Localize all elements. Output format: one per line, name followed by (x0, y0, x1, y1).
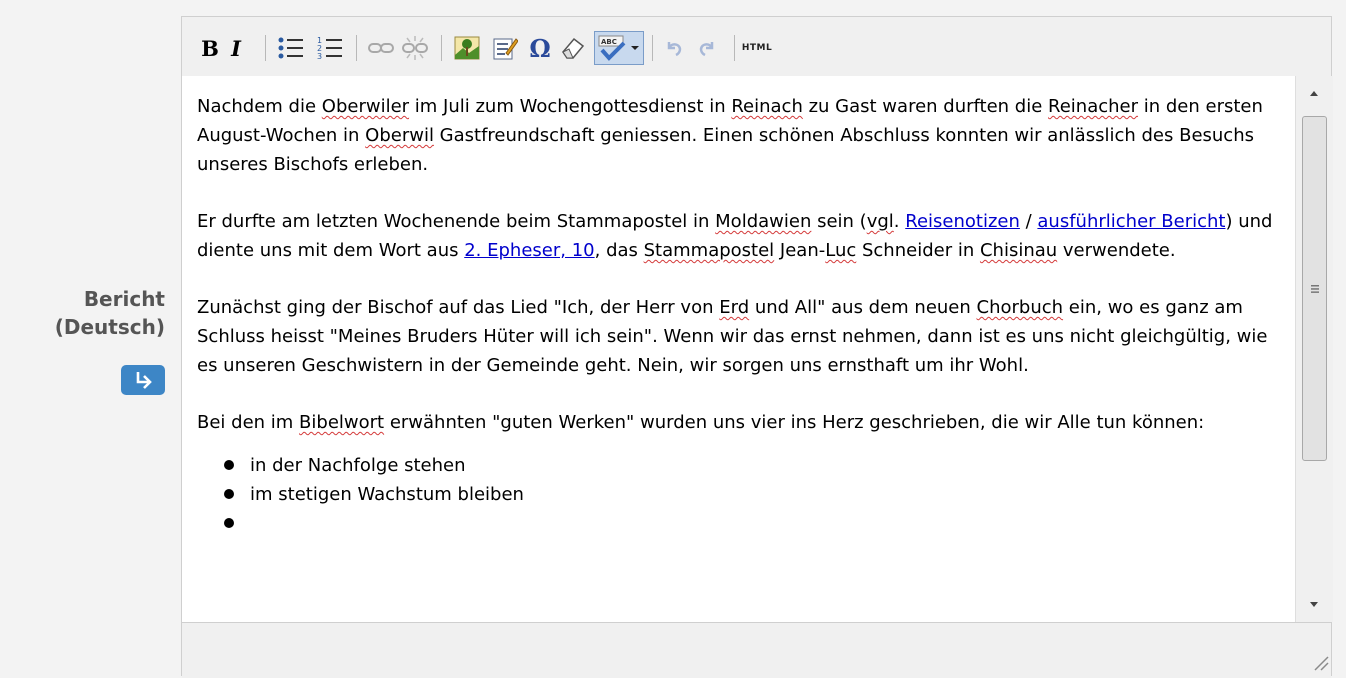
editor-statusbar (182, 622, 1331, 678)
text-run: Zunächst ging der Bischof auf das Lied "… (197, 297, 720, 318)
unlink-icon (402, 36, 428, 60)
edit-document-icon (493, 38, 518, 60)
bold-label: B (201, 35, 219, 61)
text-run: im Juli zum Wochengottesdienst in (409, 96, 732, 117)
italic-label: I (231, 35, 241, 61)
text-run: Jean- (774, 240, 826, 261)
html-label: HTML (741, 43, 773, 53)
svg-text:ABC: ABC (601, 38, 617, 46)
toolbar-separator (441, 35, 442, 61)
field-label-line2: (Deutsch) (54, 315, 165, 339)
vertical-scrollbar[interactable] (1295, 76, 1333, 622)
field-label: Bericht (Deutsch) (0, 285, 165, 341)
misspelled-word[interactable]: Moldawien (715, 211, 811, 232)
text-run: verwendete. (1057, 240, 1176, 261)
remove-format-button[interactable] (558, 33, 588, 63)
link-epheser[interactable]: 2. Epheser, 10 (464, 240, 594, 261)
text-run: Er durfte am letzten Wochenende beim Sta… (197, 211, 716, 232)
svg-text:3: 3 (317, 52, 322, 61)
special-character-button[interactable]: Ω (525, 33, 555, 63)
numbered-list-button[interactable]: 1 2 3 (315, 33, 345, 63)
text-run: sein ( (811, 211, 867, 232)
paragraph: Nachdem die Oberwiler im Juli zum Wochen… (197, 92, 1287, 179)
eraser-icon (562, 37, 585, 59)
spellcheck-icon: ABC (598, 35, 626, 61)
omega-icon: Ω (529, 33, 551, 63)
list-item: im stetigen Wachstum bleiben (224, 480, 1287, 509)
redo-button[interactable] (692, 33, 722, 63)
grip-icon (1310, 284, 1319, 293)
insert-image-button[interactable] (452, 33, 482, 63)
text-run: Nachdem die (197, 96, 322, 117)
misspelled-word[interactable]: Chorbuch (977, 297, 1064, 318)
misspelled-word[interactable]: Luc (825, 240, 856, 261)
toolbar-separator (734, 35, 735, 61)
text-run: Schneider in (856, 240, 980, 261)
scroll-down-arrow-icon[interactable] (1296, 592, 1333, 622)
spellcheck-button[interactable]: ABC (594, 31, 644, 65)
paragraph: Er durfte am letzten Wochenende beim Sta… (197, 207, 1287, 265)
rich-text-editor: B I 1 2 3 Ω ABC HTML Nachdem die Oberwil… (181, 16, 1333, 678)
arrow-turn-right-icon (136, 372, 152, 389)
paragraph: Zunächst ging der Bischof auf das Lied "… (197, 293, 1287, 380)
bullet-list-button[interactable] (276, 33, 306, 63)
text-run: zu Gast waren durften die (802, 96, 1049, 117)
chevron-down-icon (631, 46, 639, 50)
image-icon (454, 36, 480, 60)
bullet-list-icon (278, 37, 303, 59)
text-run: , das (594, 240, 644, 261)
translate-button[interactable] (121, 365, 165, 395)
link-bericht[interactable]: ausführlicher Bericht (1037, 211, 1225, 232)
text-run: erwähnten "guten Werken" wurden uns vier… (384, 412, 1205, 433)
misspelled-word[interactable]: Chisinau (980, 240, 1057, 261)
editor-content[interactable]: Nachdem die Oberwiler im Juli zum Wochen… (182, 76, 1295, 622)
toolbar-separator (265, 35, 266, 61)
scroll-up-arrow-icon[interactable] (1296, 76, 1333, 106)
unlink-button[interactable] (400, 33, 430, 63)
undo-icon (667, 42, 682, 57)
bold-button[interactable]: B (199, 33, 221, 63)
insert-table-button[interactable] (490, 33, 520, 63)
scrollbar-thumb[interactable] (1302, 116, 1327, 461)
field-label-line1: Bericht (83, 287, 165, 311)
html-source-button[interactable]: HTML (739, 33, 775, 63)
numbered-list-icon: 1 2 3 (317, 36, 342, 61)
list-item: in der Nachfolge stehen (224, 451, 1287, 480)
misspelled-word[interactable]: Reinacher (1048, 96, 1138, 117)
document-body: Nachdem die Oberwiler im Juli zum Wochen… (197, 92, 1287, 538)
link-icon (368, 43, 394, 53)
bullet-list: in der Nachfolge stehen im stetigen Wach… (197, 451, 1287, 538)
misspelled-word[interactable]: Oberwil (365, 125, 434, 146)
misspelled-word[interactable]: Erd (719, 297, 749, 318)
link-reisenotizen[interactable]: Reisenotizen (905, 211, 1020, 232)
misspelled-word[interactable]: Stammapostel (644, 240, 775, 261)
text-run: und All" aus dem neuen (749, 297, 977, 318)
text-run: . (893, 211, 906, 232)
text-run: / (1019, 211, 1038, 232)
text-run: Bei den im (197, 412, 300, 433)
editor-toolbar: B I 1 2 3 Ω ABC HTML (182, 17, 1331, 77)
redo-icon (699, 42, 714, 57)
misspelled-word[interactable]: Bibelwort (299, 412, 384, 433)
field-label-column: Bericht (Deutsch) (0, 285, 165, 395)
list-item (224, 509, 1287, 538)
italic-button[interactable]: I (225, 33, 247, 63)
misspelled-word[interactable]: Reinach (731, 96, 803, 117)
misspelled-word[interactable]: Oberwiler (322, 96, 409, 117)
misspelled-word[interactable]: vgl (867, 211, 894, 232)
resize-handle-icon[interactable] (1309, 651, 1329, 671)
toolbar-separator (652, 35, 653, 61)
paragraph: Bei den im Bibelwort erwähnten "guten We… (197, 408, 1287, 437)
undo-button[interactable] (659, 33, 689, 63)
toolbar-separator (356, 35, 357, 61)
insert-link-button[interactable] (366, 33, 396, 63)
